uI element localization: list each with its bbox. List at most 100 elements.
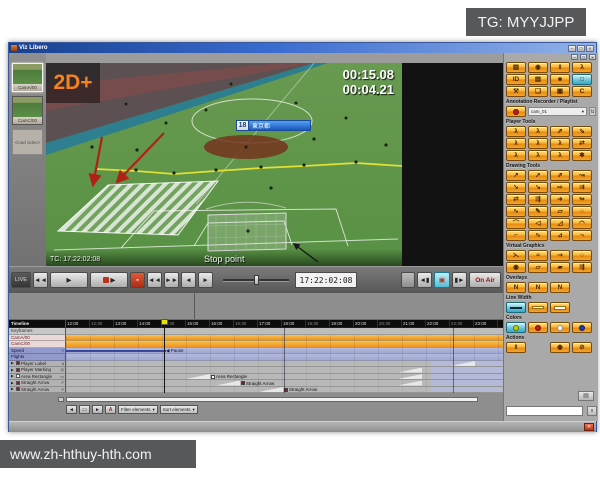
player-run-button[interactable]: λ (572, 62, 592, 73)
overlay-2-button[interactable]: N (528, 282, 548, 293)
vg-players-button[interactable]: ⋋ (506, 250, 526, 261)
media-hand-button[interactable]: ▤ (528, 74, 548, 85)
player-tool-7-button[interactable]: λ (550, 138, 570, 149)
vg-zone-fill-button[interactable]: ▰ (550, 262, 570, 273)
cancel-action-button[interactable]: ⊘ (572, 342, 592, 353)
overlay-3-button[interactable]: N (550, 282, 570, 293)
scroll-left-button[interactable]: ◄ (66, 405, 77, 414)
panel-corner-button[interactable]: ▤ (578, 391, 594, 401)
preview-eye-button[interactable]: ◉ (550, 342, 570, 353)
fast-forward-button[interactable]: ►► (164, 272, 179, 288)
scroll-mid-button[interactable]: ▭ (79, 405, 90, 414)
vg-disc-button[interactable]: ○ (572, 250, 592, 261)
vg-spotlight-button[interactable]: ◉ (506, 262, 526, 273)
ghost-button[interactable]: ☻ (550, 74, 570, 85)
annotation-list-select[interactable]: cam_01▾ (528, 107, 587, 116)
draw-ellipse-button[interactable]: ○ (572, 206, 592, 217)
slider-thumb[interactable] (254, 275, 259, 285)
aux-output-button[interactable] (401, 272, 415, 288)
record-annotation-button[interactable] (506, 106, 526, 117)
draw-arrow-2-button[interactable]: ➚ (528, 170, 548, 181)
copy-button[interactable]: ❏ (528, 86, 548, 97)
draw-rectangle-button[interactable]: ▱ (550, 206, 570, 217)
record-play-button[interactable]: ▶ (90, 272, 128, 288)
draw-arrow-11-button[interactable]: ➔ (550, 194, 570, 205)
panel-maximize-button[interactable]: □ (580, 54, 587, 60)
player-tool-3-button[interactable]: ⇗ (550, 126, 570, 137)
vg-zone-button[interactable]: ▱ (528, 262, 548, 273)
next-stop-button[interactable]: ▮► (452, 272, 467, 288)
maximize-button[interactable]: □ (577, 45, 585, 52)
play-button[interactable]: ▶ (50, 272, 88, 288)
clip-label[interactable]: Straight Arrow (241, 381, 274, 387)
draw-arrow-8-button[interactable]: ⇉ (572, 182, 592, 193)
pause-action-button[interactable]: ‖ (506, 342, 526, 353)
live-button[interactable]: LIVE (11, 272, 31, 288)
pause-columns-button[interactable]: ‖ (550, 62, 570, 73)
jog-button[interactable]: ◄◄ (33, 272, 48, 288)
track-label-straight-arrow[interactable]: ▶Straight Arrow↗ (9, 387, 66, 394)
scroll-right-button[interactable]: ► (92, 405, 103, 414)
player-tool-2-button[interactable]: λ (528, 126, 548, 137)
panel-minimize-button[interactable]: – (571, 54, 578, 60)
sort-elements-dropdown[interactable]: Sort elements▾ (160, 405, 198, 414)
rewind-button[interactable]: ◄◄ (147, 272, 162, 288)
draw-arrow-3-button[interactable]: ⇗ (550, 170, 570, 181)
draw-curve-button[interactable]: ∿ (506, 206, 526, 217)
draw-pen-button[interactable]: ✎ (528, 206, 548, 217)
vg-run-arrow-button[interactable]: ⇢ (550, 250, 570, 261)
clip-label[interactable]: Area Rectangle (211, 374, 247, 380)
camera-thumbnail[interactable]: CamC/00 (12, 96, 43, 125)
line-width-medium-button[interactable] (528, 302, 548, 313)
draw-arrow-10-button[interactable]: ⇶ (528, 194, 548, 205)
draw-cane-button[interactable]: ¬ (572, 230, 592, 241)
overlay-1-button[interactable]: N (506, 282, 526, 293)
color-red-button[interactable] (528, 322, 548, 333)
vg-measure-button[interactable]: ⇶ (572, 262, 592, 273)
draw-hook-button[interactable]: ⌐ (506, 230, 526, 241)
timeline-scrollbar[interactable] (66, 397, 478, 402)
draw-scribble-button[interactable]: ∿ (528, 230, 548, 241)
draw-arc-button[interactable]: ⌒ (506, 218, 526, 229)
annotation-spinner[interactable]: ⇅ (589, 107, 596, 116)
calibrate-c-button[interactable]: C (572, 86, 592, 97)
player-tool-11-button[interactable]: λ (550, 150, 570, 161)
monitor-button[interactable]: □ (572, 74, 592, 85)
clear-input-button[interactable]: x (587, 406, 597, 416)
draw-arrow-1-button[interactable]: ↗ (506, 170, 526, 181)
player-tool-1-button[interactable]: λ (506, 126, 526, 137)
color-green-button[interactable] (506, 322, 526, 333)
view-mode-badge[interactable]: 2D+ (46, 63, 100, 103)
marker-a-button[interactable]: A (105, 405, 116, 414)
draw-arrow-9-button[interactable]: ⇄ (506, 194, 526, 205)
video-viewport[interactable]: 2D+ 00:15.08 00:04.21 18 東京都 TC: 17:22:0… (46, 63, 402, 266)
load-video-placeholder[interactable]: <load video> (12, 129, 43, 155)
player-tool-10-button[interactable]: λ (528, 150, 548, 161)
camera-thumbnail[interactable]: CamA/00 (12, 63, 43, 92)
player-tool-4-button[interactable]: ⇘ (572, 126, 592, 137)
draw-arrow-4-button[interactable]: ↝ (572, 170, 592, 181)
camera-output-button[interactable]: ▣ (434, 272, 450, 288)
draw-arrow-12-button[interactable]: ↬ (572, 194, 592, 205)
draw-arrow-5-button[interactable]: ➘ (506, 182, 526, 193)
clip-label[interactable]: Straight Arrow (284, 387, 317, 393)
playhead-handle[interactable] (161, 319, 168, 325)
close-button[interactable]: × (586, 45, 594, 52)
color-blue-button[interactable] (572, 322, 592, 333)
clipboard-button[interactable]: ▣ (550, 86, 570, 97)
draw-wedge-button[interactable]: ◿ (550, 218, 570, 229)
draw-angle-button[interactable]: ⊿ (550, 230, 570, 241)
draw-dome-button[interactable]: ◠ (572, 218, 592, 229)
minimize-button[interactable]: – (568, 45, 576, 52)
timeline-ruler[interactable]: 12:0012:3013:0014:0014:3015:0016:0016:30… (66, 320, 503, 328)
step-forward-button[interactable]: ► (198, 272, 213, 288)
record-button[interactable]: ▪ (130, 272, 145, 288)
status-close-button[interactable]: ✕ (584, 423, 594, 431)
on-air-button[interactable]: On Air (469, 272, 501, 288)
line-width-thick-button[interactable] (550, 302, 570, 313)
vg-trail-button[interactable]: ≈ (528, 250, 548, 261)
step-back-button[interactable]: ◄ (181, 272, 196, 288)
draw-arrow-6-button[interactable]: ↘ (528, 182, 548, 193)
window-titlebar[interactable]: Viz Libero –□× (9, 43, 596, 53)
prev-stop-button[interactable]: ◄▮ (417, 272, 432, 288)
